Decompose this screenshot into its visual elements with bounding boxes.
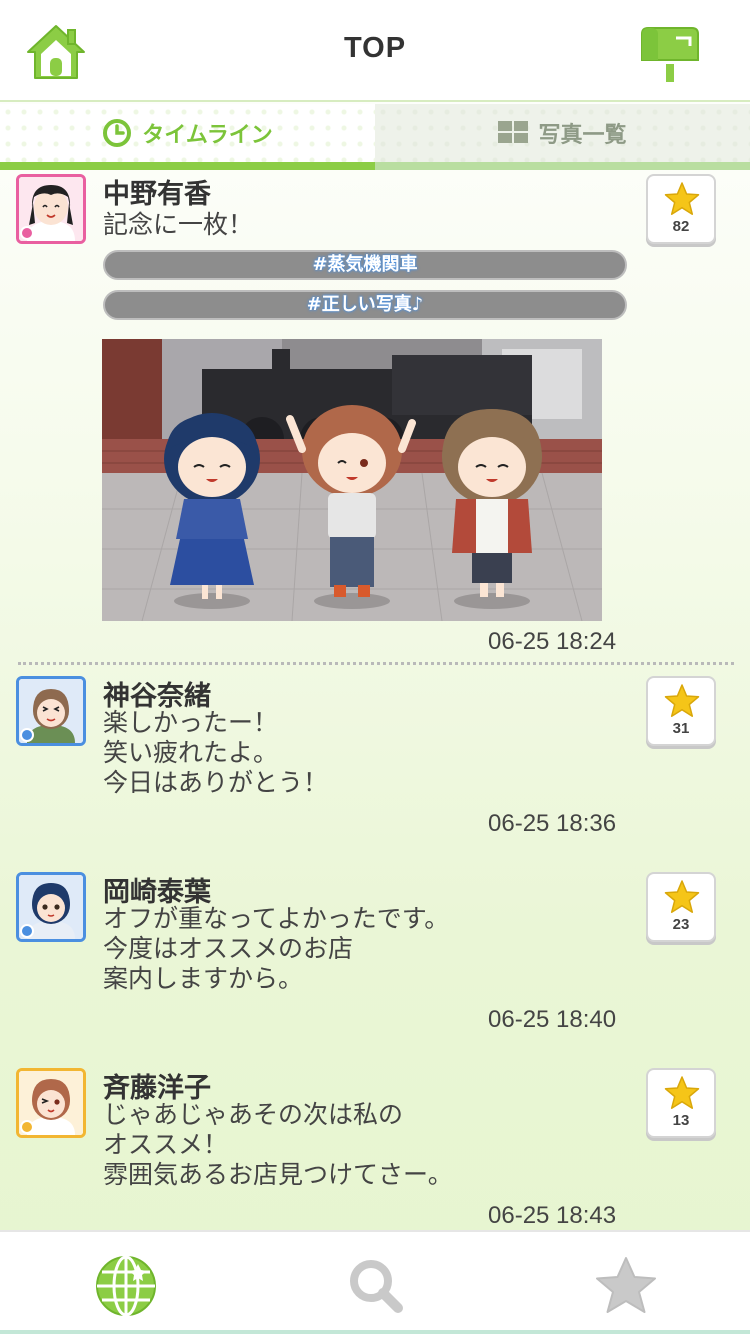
nav-favorites-button[interactable] bbox=[594, 1254, 658, 1318]
post-message: オフが重なってよかったです。 今度はオススメのお店 案内しますから。 bbox=[103, 904, 450, 993]
tab-photo-list-label: 写真一覧 bbox=[538, 123, 627, 148]
post-timestamp: 06-25 18:43 bbox=[488, 1202, 617, 1229]
like-count: 31 bbox=[672, 720, 690, 737]
top-bar: TOP bbox=[0, 0, 750, 102]
poster-name: 中野有香 bbox=[103, 179, 211, 210]
like-count: 23 bbox=[672, 916, 690, 933]
nav-search-button[interactable] bbox=[344, 1254, 408, 1318]
type-badge bbox=[20, 924, 34, 938]
bottom-accent-bar bbox=[0, 1330, 750, 1334]
avatar[interactable] bbox=[16, 676, 86, 746]
hashtag-button[interactable]: #蒸気機関車 bbox=[103, 250, 627, 280]
post-message: 記念に一枚！ bbox=[103, 210, 254, 239]
like-button[interactable]: 23 bbox=[646, 872, 716, 942]
tab-bar: タイムライン 写真一覧 bbox=[0, 104, 750, 170]
search-icon bbox=[350, 1260, 403, 1313]
inactive-tab-indicator bbox=[375, 162, 750, 170]
like-count: 13 bbox=[672, 1112, 690, 1129]
type-badge bbox=[20, 226, 34, 240]
like-button[interactable]: 31 bbox=[646, 676, 716, 746]
avatar[interactable] bbox=[16, 174, 86, 244]
tab-timeline[interactable]: タイムライン bbox=[0, 104, 375, 162]
active-tab-indicator bbox=[0, 162, 375, 170]
like-button[interactable]: 82 bbox=[646, 174, 716, 244]
star-icon bbox=[664, 684, 700, 717]
tab-photo-list[interactable]: 写真一覧 bbox=[375, 104, 750, 162]
like-count: 82 bbox=[672, 218, 690, 235]
mailbox-icon bbox=[641, 27, 699, 82]
type-badge bbox=[20, 1120, 34, 1134]
group-photo-image bbox=[102, 339, 602, 621]
post-timestamp: 06-25 18:24 bbox=[488, 628, 617, 655]
type-badge bbox=[20, 728, 34, 742]
post-timestamp: 06-25 18:40 bbox=[488, 1006, 617, 1033]
bottom-navigation bbox=[0, 1230, 750, 1334]
clock-icon bbox=[103, 119, 132, 147]
post-divider bbox=[18, 662, 734, 665]
globe-icon bbox=[96, 1255, 156, 1317]
like-button[interactable]: 13 bbox=[646, 1068, 716, 1138]
post-message: じゃあじゃあその次は私の オススメ！ 雰囲気あるお店見つけてさー。 bbox=[103, 1100, 453, 1189]
avatar[interactable] bbox=[16, 872, 86, 942]
post-timestamp: 06-25 18:36 bbox=[488, 810, 617, 837]
post-photo[interactable] bbox=[102, 339, 602, 621]
mailbox-button[interactable] bbox=[636, 24, 702, 84]
star-icon bbox=[664, 880, 700, 913]
nav-timeline-button[interactable] bbox=[94, 1254, 158, 1318]
avatar[interactable] bbox=[16, 1068, 86, 1138]
star-icon bbox=[664, 1076, 700, 1109]
star-icon bbox=[596, 1257, 656, 1313]
tab-timeline-label: タイムライン bbox=[142, 123, 273, 148]
grid-icon bbox=[498, 121, 529, 143]
post-message: 楽しかったー！ 笑い疲れたよ。 今日はありがとう！ bbox=[103, 708, 329, 797]
star-icon bbox=[664, 182, 700, 215]
hashtag-button[interactable]: #正しい写真♪ bbox=[103, 290, 627, 320]
